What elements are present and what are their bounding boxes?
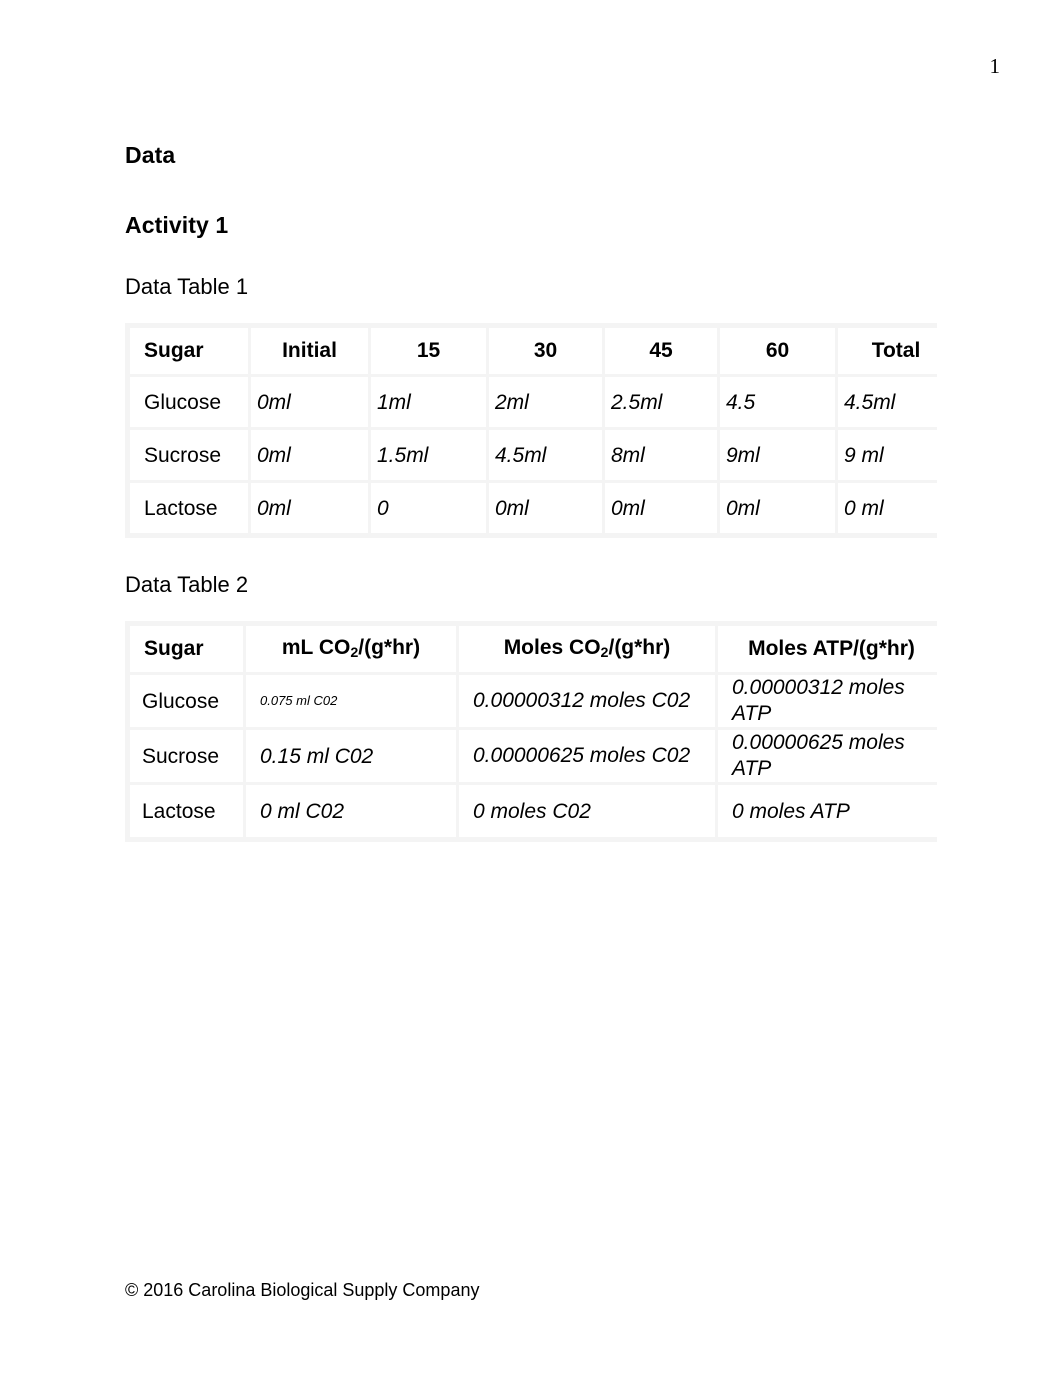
cell-ml-co2: 0 ml C02 [246,785,456,837]
column-header-initial: Initial [251,328,368,374]
table-header-row: Sugar mL CO2/(g*hr) Moles CO2/(g*hr) Mol… [130,626,945,672]
ml-co2-subscript: 2 [350,645,359,662]
cell-moles-co2: 0.00000625 moles C02 [459,730,715,782]
table-row: Lactose 0ml 0 0ml 0ml 0ml 0 ml [130,483,954,533]
column-header-ml-co2: mL CO2/(g*hr) [246,626,456,672]
cell-moles-atp: 0.00000312 moles ATP [718,675,945,727]
cell-sugar: Sucrose [130,430,248,480]
cell-45: 2.5ml [605,377,717,427]
column-header-sugar: Sugar [130,328,248,374]
cell-ml-co2: 0.15 ml C02 [246,730,456,782]
cell-initial: 0ml [251,377,368,427]
cell-total: 4.5ml [838,377,954,427]
cell-30: 0ml [489,483,602,533]
table-row: Glucose 0ml 1ml 2ml 2.5ml 4.5 4.5ml [130,377,954,427]
cell-total: 9 ml [838,430,954,480]
moles-co2-prefix: Moles CO [503,636,601,659]
table-row: Lactose 0 ml C02 0 moles C02 0 moles ATP [130,785,945,837]
cell-sugar: Glucose [130,377,248,427]
ml-co2-suffix: /(g*hr) [358,636,421,659]
column-header-sugar: Sugar [130,626,243,672]
ml-co2-prefix: mL CO [281,636,351,659]
table-row: Glucose 0.075 ml C02 0.00000312 moles C0… [130,675,945,727]
column-header-60: 60 [720,328,835,374]
cell-moles-co2: 0 moles C02 [459,785,715,837]
column-header-total: Total [838,328,954,374]
cell-60: 4.5 [720,377,835,427]
cell-45: 0ml [605,483,717,533]
cell-moles-co2: 0.00000312 moles C02 [459,675,715,727]
column-header-moles-atp: Moles ATP/(g*hr) [718,626,945,672]
column-header-15: 15 [371,328,486,374]
cell-sugar: Sucrose [130,730,243,782]
cell-60: 9ml [720,430,835,480]
cell-60: 0ml [720,483,835,533]
page-footer: © 2016 Carolina Biological Supply Compan… [125,1280,480,1300]
moles-co2-subscript: 2 [600,645,609,662]
column-header-moles-co2: Moles CO2/(g*hr) [459,626,715,672]
data-table-1: Sugar Initial 15 30 45 60 Total Glucose … [127,325,957,536]
column-header-30: 30 [489,328,602,374]
table-header-row: Sugar Initial 15 30 45 60 Total [130,328,954,374]
label-data-table-1: Data Table 1 [125,274,249,299]
label-data-table-2: Data Table 2 [125,572,249,597]
cell-total: 0 ml [838,483,954,533]
cell-moles-atp: 0 moles ATP [718,785,945,837]
table-row: Sucrose 0ml 1.5ml 4.5ml 8ml 9ml 9 ml [130,430,954,480]
data-table-2: Sugar mL CO2/(g*hr) Moles CO2/(g*hr) Mol… [127,623,948,840]
cell-initial: 0ml [251,430,368,480]
cell-45: 8ml [605,430,717,480]
cell-15: 1ml [371,377,486,427]
cell-sugar: Lactose [130,483,248,533]
table-row: Sucrose 0.15 ml C02 0.00000625 moles C02… [130,730,945,782]
column-header-45: 45 [605,328,717,374]
page-number: 1 [989,54,1001,78]
data-table-2-container: Sugar mL CO2/(g*hr) Moles CO2/(g*hr) Mol… [125,621,945,842]
cell-initial: 0ml [251,483,368,533]
cell-15: 1.5ml [371,430,486,480]
cell-sugar: Glucose [130,675,243,727]
heading-activity-1: Activity 1 [125,212,229,238]
cell-moles-atp: 0.00000625 moles ATP [718,730,945,782]
document-content: Data Activity 1 Data Table 1 Sugar Initi… [125,140,954,842]
data-table-1-container: Sugar Initial 15 30 45 60 Total Glucose … [125,323,954,538]
heading-data: Data [125,142,176,168]
cell-30: 4.5ml [489,430,602,480]
cell-15: 0 [371,483,486,533]
cell-30: 2ml [489,377,602,427]
cell-sugar: Lactose [130,785,243,837]
moles-co2-suffix: /(g*hr) [608,636,671,659]
cell-ml-co2: 0.075 ml C02 [246,675,456,727]
document-page: 1 Data Activity 1 Data Table 1 Sugar Ini… [0,0,1062,1376]
